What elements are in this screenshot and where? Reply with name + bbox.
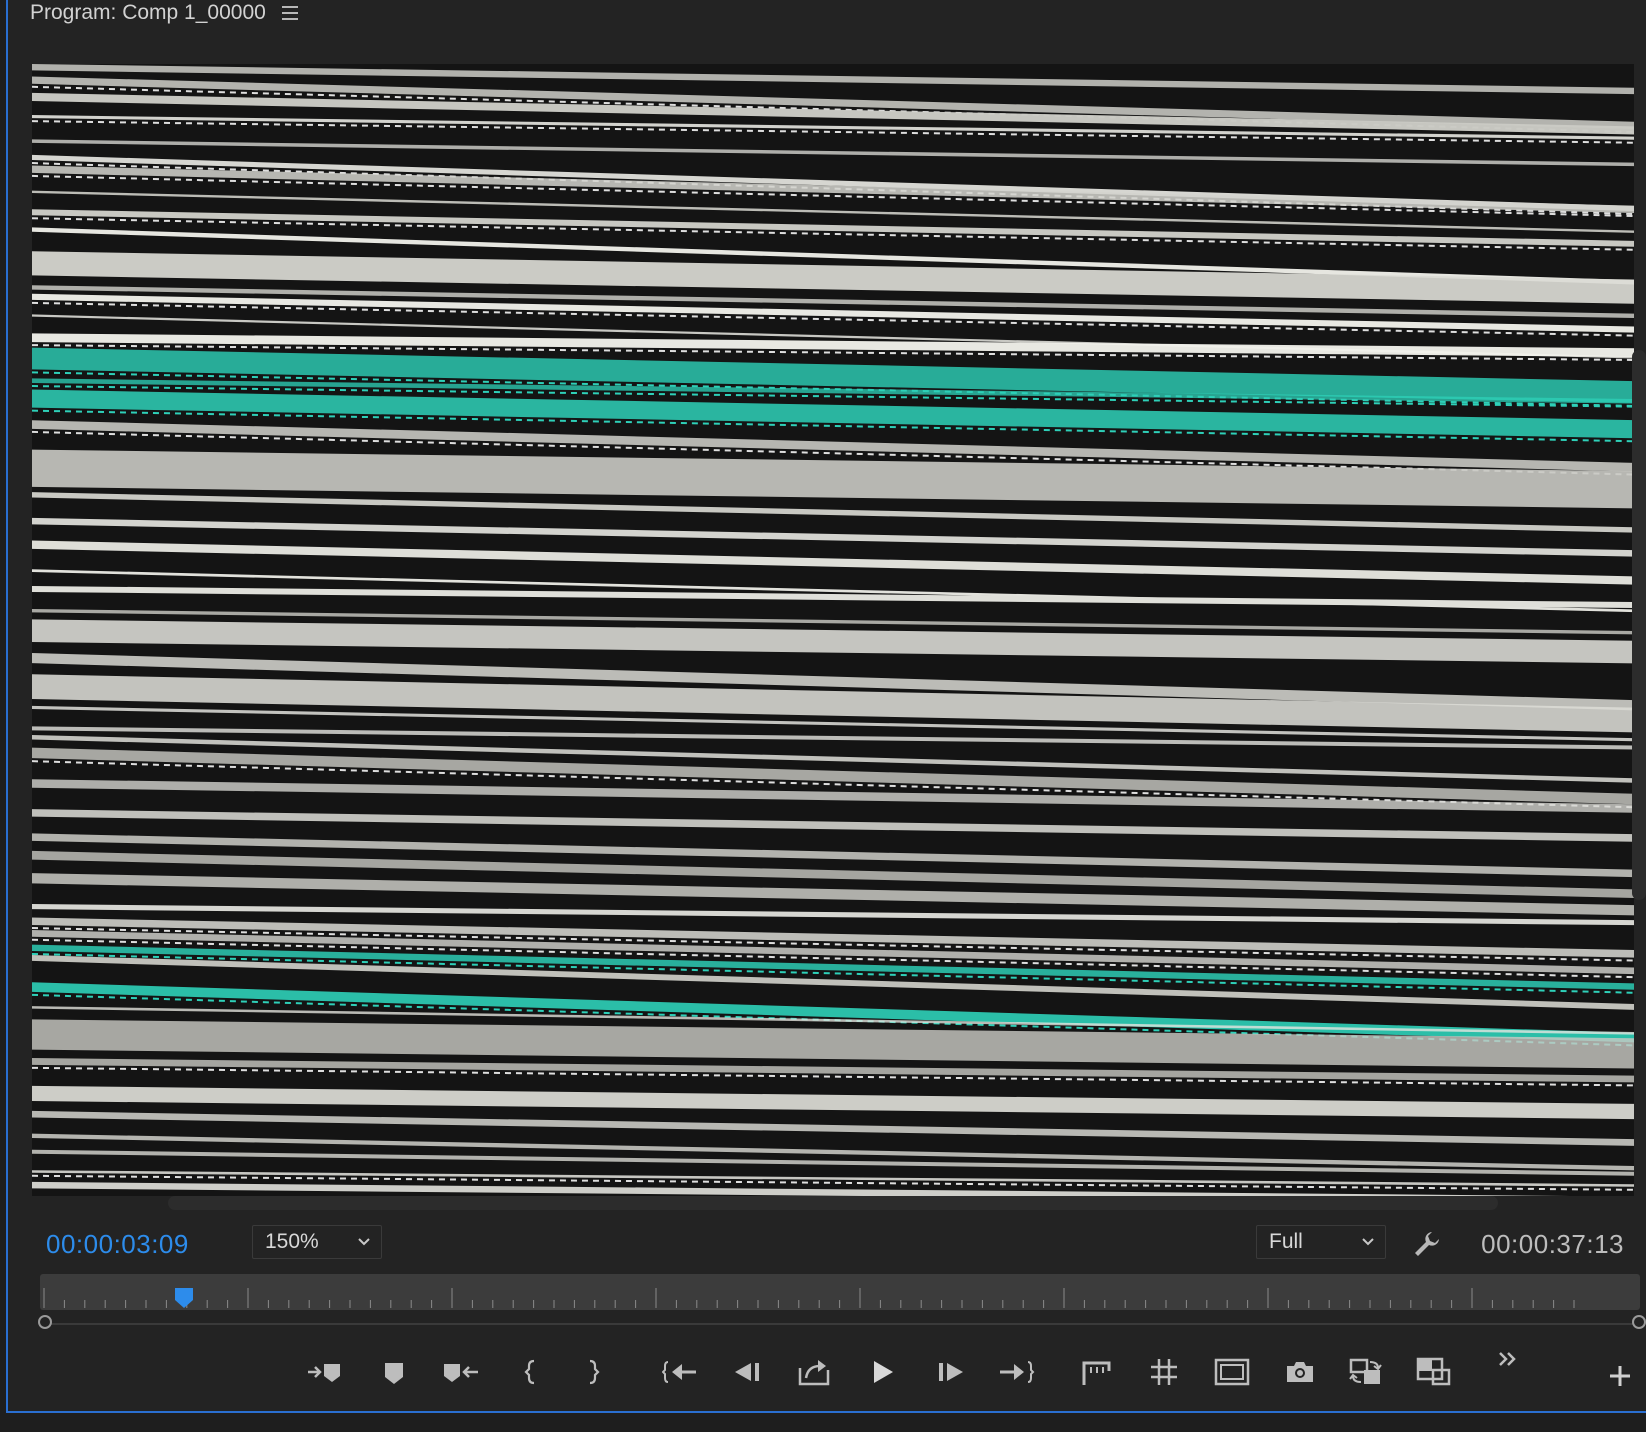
premiere-program-monitor: Program: Comp 1_00000 00:00:03:09 150% F…	[0, 0, 1646, 1432]
video-viewer[interactable]	[32, 64, 1634, 1196]
button-editor-icon[interactable]	[1598, 1354, 1642, 1398]
playback-resolution-dropdown[interactable]: Full	[1256, 1225, 1386, 1259]
current-timecode[interactable]: 00:00:03:09	[46, 1229, 189, 1260]
program-monitor-panel: Program: Comp 1_00000 00:00:03:09 150% F…	[6, 0, 1646, 1413]
video-frame-image	[32, 64, 1634, 1196]
out-point-handle[interactable]	[1632, 1315, 1646, 1329]
duration-timecode: 00:00:37:13	[1481, 1229, 1624, 1259]
step-back-icon[interactable]	[726, 1350, 770, 1394]
panel-title[interactable]: Program: Comp 1_00000	[30, 1, 266, 25]
zoom-level-value: 150%	[265, 1230, 319, 1253]
playback-resolution-value: Full	[1269, 1230, 1303, 1253]
export-frame-icon[interactable]	[1278, 1350, 1322, 1394]
safe-margins-icon[interactable]	[1142, 1350, 1186, 1394]
wrench-icon[interactable]	[1412, 1229, 1442, 1264]
timeline-ticks	[43, 1288, 1575, 1308]
toggle-proxies-icon[interactable]	[1344, 1350, 1388, 1394]
mark-out-icon[interactable]	[438, 1350, 482, 1394]
comparison-view-icon[interactable]	[1210, 1350, 1254, 1394]
timeline-ruler[interactable]	[40, 1274, 1640, 1310]
lift-icon[interactable]	[1074, 1350, 1118, 1394]
go-to-next-edit-icon[interactable]	[994, 1350, 1038, 1394]
play-icon[interactable]	[860, 1350, 904, 1394]
more-controls-icon[interactable]	[1486, 1338, 1530, 1382]
step-forward-icon[interactable]	[928, 1350, 972, 1394]
add-marker-icon[interactable]	[372, 1350, 416, 1394]
mark-in-icon[interactable]	[304, 1350, 348, 1394]
in-point-handle[interactable]	[38, 1315, 52, 1329]
panel-header: Program: Comp 1_00000	[30, 0, 298, 26]
go-to-in-icon[interactable]	[510, 1350, 554, 1394]
vr-video-icon[interactable]	[1412, 1350, 1456, 1394]
horizontal-scrollbar[interactable]	[168, 1196, 1498, 1210]
hamburger-menu-icon[interactable]	[281, 6, 298, 20]
playhead-marker[interactable]	[173, 1286, 195, 1310]
vertical-scrollbar[interactable]	[1632, 350, 1646, 900]
work-area-bar	[44, 1323, 1644, 1325]
monitor-controls-row: 00:00:03:09 150% Full 00:00:37:13	[8, 1225, 1646, 1265]
loop-icon[interactable]	[792, 1350, 836, 1394]
go-to-previous-edit-icon[interactable]	[660, 1350, 704, 1394]
chevron-down-icon	[358, 1238, 370, 1246]
chevron-down-icon	[1362, 1238, 1374, 1246]
go-to-out-icon[interactable]	[570, 1350, 614, 1394]
transport-controls	[8, 1350, 1646, 1398]
zoom-level-dropdown[interactable]: 150%	[252, 1225, 382, 1259]
